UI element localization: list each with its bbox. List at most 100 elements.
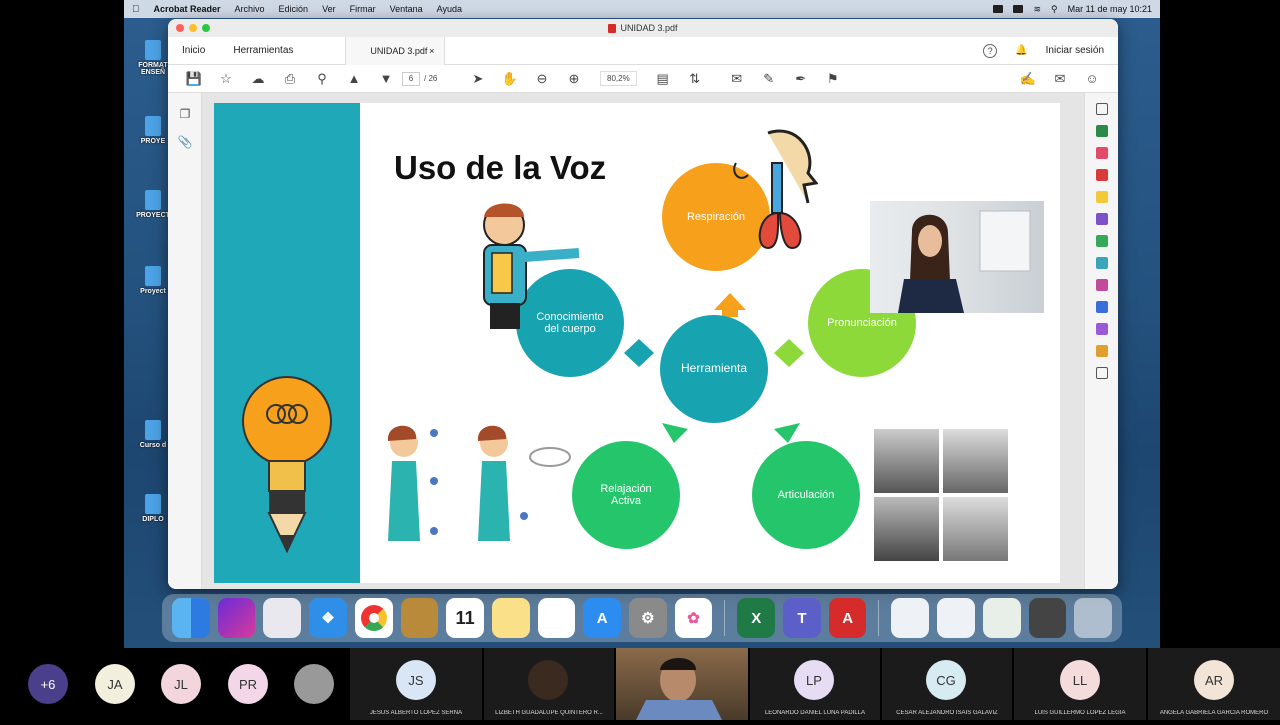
participant-tile[interactable]: CG CESAR ALEJANDRO ISAIS GALAVIZ	[882, 648, 1012, 720]
participant-avatar[interactable]: PR	[228, 664, 268, 704]
comment-icon[interactable]: ✉	[721, 71, 753, 87]
help-icon[interactable]: ?	[983, 43, 998, 58]
zoom-window-button[interactable]	[202, 24, 210, 32]
launchpad-icon[interactable]	[263, 598, 302, 638]
calendar-icon[interactable]: 11	[446, 598, 484, 638]
pages-thumbnail-icon[interactable]: ❐	[168, 107, 202, 121]
tag-icon[interactable]: ⚑	[817, 71, 849, 87]
close-tab-icon[interactable]: ×	[429, 46, 434, 56]
active-speaker-video[interactable]	[616, 648, 748, 720]
print-icon[interactable]: ⎙	[274, 71, 306, 87]
upload-icon[interactable]: ☁	[242, 71, 274, 87]
recent-doc-icon[interactable]	[891, 598, 930, 638]
zoom-in-icon[interactable]: ⊕	[558, 71, 590, 87]
recent-doc-icon[interactable]	[937, 598, 975, 638]
participant-tile[interactable]: JS JESUS ALBERTO LOPEZ SERNA	[350, 648, 482, 720]
more-tools-icon[interactable]	[1095, 367, 1108, 379]
minimize-window-button[interactable]	[189, 24, 197, 32]
pen-icon[interactable]: ✎	[753, 71, 785, 87]
tab-herramientas[interactable]: Herramientas	[219, 45, 307, 56]
sign-icon[interactable]: ✒	[785, 71, 817, 87]
menu-app-name[interactable]: Acrobat Reader	[154, 4, 221, 14]
battery-icon[interactable]	[1013, 5, 1024, 13]
menubar-datetime[interactable]: Mar 11 de may 10:21	[1068, 4, 1152, 14]
create-pdf-icon[interactable]	[1095, 169, 1108, 181]
fill-sign-icon[interactable]: ✍	[1012, 71, 1044, 87]
menu-ver[interactable]: Ver	[322, 4, 336, 14]
scroll-mode-icon[interactable]: ⇅	[679, 71, 711, 87]
search-tool-icon[interactable]	[1095, 103, 1108, 115]
participant-tile[interactable]: LL LUIS GUILLERMO LOPEZ LEGIA	[1014, 648, 1146, 720]
bell-icon[interactable]: 🔔	[1015, 45, 1027, 56]
notes-book-icon[interactable]	[400, 598, 439, 638]
combine-files-icon[interactable]	[1095, 213, 1108, 225]
share-user-icon[interactable]: ☺	[1076, 71, 1108, 86]
menu-firmar[interactable]: Firmar	[350, 4, 376, 14]
settings-icon[interactable]: ⚙	[629, 598, 667, 638]
photos-icon[interactable]: ✿	[674, 598, 713, 638]
zoom-out-icon[interactable]: ⊖	[526, 71, 558, 87]
participant-avatar[interactable]: JA	[95, 664, 135, 704]
finder-icon[interactable]	[172, 598, 210, 638]
reminders-icon[interactable]	[537, 598, 576, 638]
search-icon[interactable]: ⚲	[1051, 4, 1058, 15]
prepare-form-icon[interactable]	[1095, 323, 1108, 335]
teams-icon[interactable]: T	[783, 598, 821, 638]
page-up-icon[interactable]: ▲	[338, 71, 370, 86]
page-fit-icon[interactable]: ▤	[647, 71, 679, 87]
tab-document[interactable]: UNIDAD 3.pdf ×	[345, 36, 446, 65]
menu-edicion[interactable]: Edición	[279, 4, 309, 14]
edit-pdf-icon[interactable]	[1095, 147, 1108, 159]
attachment-icon[interactable]: 📎	[168, 135, 202, 149]
more-participants-badge[interactable]: +6	[28, 664, 68, 704]
participant-tile[interactable]: LIZBETH GUADALUPE QUINTERO R...	[484, 648, 614, 720]
recent-doc-icon[interactable]	[1028, 598, 1067, 638]
menu-ventana[interactable]: Ventana	[390, 4, 423, 14]
close-window-button[interactable]	[176, 24, 184, 32]
comment-tool-icon[interactable]	[1095, 191, 1108, 203]
app-store-icon[interactable]: A	[583, 598, 622, 638]
cast-icon[interactable]	[993, 5, 1004, 13]
tab-inicio[interactable]: Inicio	[168, 45, 219, 56]
tab-document-label: UNIDAD 3.pdf	[370, 45, 428, 56]
siri-icon[interactable]	[217, 598, 256, 638]
participant-tile[interactable]: LP LEONARDO DANIEL LUNA PADILLA	[750, 648, 880, 720]
menu-bar:  Acrobat Reader Archivo Edición Ver Fir…	[124, 0, 1160, 18]
scan-icon[interactable]	[1095, 257, 1108, 269]
fill-sign-tool-icon[interactable]	[1095, 279, 1108, 291]
participants-strip: +6 JA JL PR JS JESUS ALBERTO LOPEZ SERNA…	[0, 648, 1280, 720]
bookmark-star-icon[interactable]: ☆	[210, 71, 242, 87]
send-review-icon[interactable]	[1095, 345, 1108, 357]
notes-icon[interactable]	[491, 598, 530, 638]
page-down-icon[interactable]: ▼	[370, 71, 402, 86]
chrome-icon[interactable]	[354, 598, 393, 638]
safari-icon[interactable]: ❖	[309, 598, 347, 638]
zoom-select[interactable]: 80,2%	[600, 71, 637, 86]
participant-avatar[interactable]: JL	[161, 664, 201, 704]
protect-icon[interactable]	[1095, 301, 1108, 313]
acrobat-icon[interactable]: A	[828, 598, 867, 638]
wifi-icon[interactable]: ≋	[1033, 4, 1041, 15]
apple-icon[interactable]: 	[132, 4, 140, 15]
window-title: UNIDAD 3.pdf	[620, 23, 678, 33]
hand-tool-icon[interactable]: ✋	[494, 71, 526, 87]
node-articulacion: Articulación	[752, 441, 860, 549]
find-icon[interactable]: ⚲	[306, 71, 338, 87]
page-number-input[interactable]: 6	[402, 71, 420, 86]
excel-icon[interactable]: X	[737, 598, 776, 638]
pdf-icon	[608, 23, 617, 33]
page-nav: 6 / 26	[402, 71, 462, 86]
mail-icon[interactable]: ✉	[1044, 71, 1076, 87]
menu-archivo[interactable]: Archivo	[235, 4, 265, 14]
trash-icon[interactable]	[1074, 598, 1112, 638]
export-pdf-icon[interactable]	[1095, 125, 1108, 137]
participant-photo[interactable]	[294, 664, 334, 704]
recent-doc-icon[interactable]	[982, 598, 1021, 638]
signin-button[interactable]: Iniciar sesión	[1046, 45, 1104, 56]
menu-ayuda[interactable]: Ayuda	[437, 4, 462, 14]
select-cursor-icon[interactable]: ➤	[462, 71, 494, 87]
organize-pages-icon[interactable]	[1095, 235, 1108, 247]
participant-tile[interactable]: AR ANGELA GABRIELA GARCIA ROMERO	[1148, 648, 1280, 720]
dock-separator	[878, 600, 880, 636]
save-icon[interactable]: 💾	[178, 71, 210, 87]
